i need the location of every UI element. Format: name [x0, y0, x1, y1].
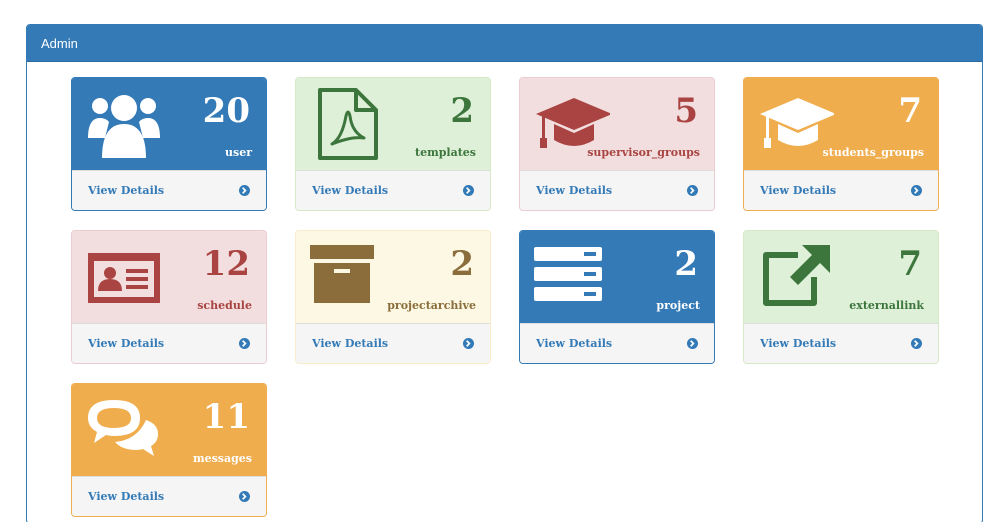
- card-heading: 12 schedule: [72, 231, 266, 325]
- users-icon: [88, 95, 160, 158]
- view-details-label: View Details: [88, 490, 165, 503]
- id-card-icon: [88, 253, 160, 303]
- view-details-link[interactable]: View Details: [72, 323, 266, 363]
- view-details-link[interactable]: View Details: [520, 323, 714, 363]
- view-details-link[interactable]: View Details: [744, 170, 938, 210]
- card-count: 2: [674, 244, 698, 284]
- external-link-icon: [763, 245, 830, 306]
- card-count: 7: [898, 91, 922, 131]
- view-details-link[interactable]: View Details: [744, 323, 938, 363]
- arrow-circle-right-icon: [239, 491, 250, 502]
- card-label: templates: [415, 146, 476, 159]
- card-projectarchive: 2 projectarchive View Details: [295, 230, 491, 364]
- arrow-circle-right-icon: [911, 185, 922, 196]
- view-details-label: View Details: [536, 337, 613, 350]
- view-details-label: View Details: [760, 337, 837, 350]
- arrow-circle-right-icon: [687, 185, 698, 196]
- card-label: externallink: [849, 299, 924, 312]
- card-heading: 2 project: [520, 231, 714, 325]
- card-count: 20: [202, 91, 250, 131]
- panel-title: Admin: [27, 25, 982, 62]
- card-schedule: 12 schedule View Details: [71, 230, 267, 364]
- view-details-link[interactable]: View Details: [296, 323, 490, 363]
- arrow-circle-right-icon: [239, 185, 250, 196]
- chat-bubbles-icon: [88, 400, 158, 456]
- card-label: schedule: [197, 299, 252, 312]
- card-count: 7: [898, 244, 922, 284]
- card-label: students_groups: [822, 146, 924, 159]
- card-supervisor-groups: 5 supervisor_groups View Details: [519, 77, 715, 211]
- view-details-link[interactable]: View Details: [72, 170, 266, 210]
- arrow-circle-right-icon: [463, 185, 474, 196]
- arrow-circle-right-icon: [911, 338, 922, 349]
- view-details-label: View Details: [88, 337, 165, 350]
- view-details-label: View Details: [88, 184, 165, 197]
- view-details-link[interactable]: View Details: [296, 170, 490, 210]
- card-count: 12: [202, 244, 250, 284]
- card-heading: 5 supervisor_groups: [520, 78, 714, 172]
- card-heading: 7 students_groups: [744, 78, 938, 172]
- card-label: user: [225, 146, 252, 159]
- server-icon: [534, 247, 602, 301]
- card-user: 20 user View Details: [71, 77, 267, 211]
- view-details-link[interactable]: View Details: [72, 476, 266, 516]
- card-label: project: [656, 299, 700, 312]
- archive-box-icon: [310, 245, 374, 303]
- admin-panel: Admin 20 user View Details 2 templates V…: [26, 24, 983, 522]
- view-details-label: View Details: [312, 337, 389, 350]
- arrow-circle-right-icon: [463, 338, 474, 349]
- card-project: 2 project View Details: [519, 230, 715, 364]
- card-heading: 2 templates: [296, 78, 490, 172]
- view-details-label: View Details: [760, 184, 837, 197]
- card-label: messages: [192, 452, 252, 465]
- card-students-groups: 7 students_groups View Details: [743, 77, 939, 211]
- card-templates: 2 templates View Details: [295, 77, 491, 211]
- card-count: 11: [202, 397, 250, 437]
- card-heading: 7 externallink: [744, 231, 938, 325]
- card-label: supervisor_groups: [587, 146, 700, 159]
- arrow-circle-right-icon: [239, 338, 250, 349]
- card-heading: 20 user: [72, 78, 266, 172]
- view-details-label: View Details: [312, 184, 389, 197]
- card-externallink: 7 externallink View Details: [743, 230, 939, 364]
- card-heading: 11 messages: [72, 384, 266, 478]
- card-count: 5: [674, 91, 698, 131]
- view-details-link[interactable]: View Details: [520, 170, 714, 210]
- view-details-label: View Details: [536, 184, 613, 197]
- card-messages: 11 messages View Details: [71, 383, 267, 517]
- card-count: 2: [450, 91, 474, 131]
- arrow-circle-right-icon: [687, 338, 698, 349]
- card-heading: 2 projectarchive: [296, 231, 490, 325]
- pdf-file-icon: [318, 88, 378, 160]
- card-count: 2: [450, 244, 474, 284]
- card-label: projectarchive: [387, 299, 476, 312]
